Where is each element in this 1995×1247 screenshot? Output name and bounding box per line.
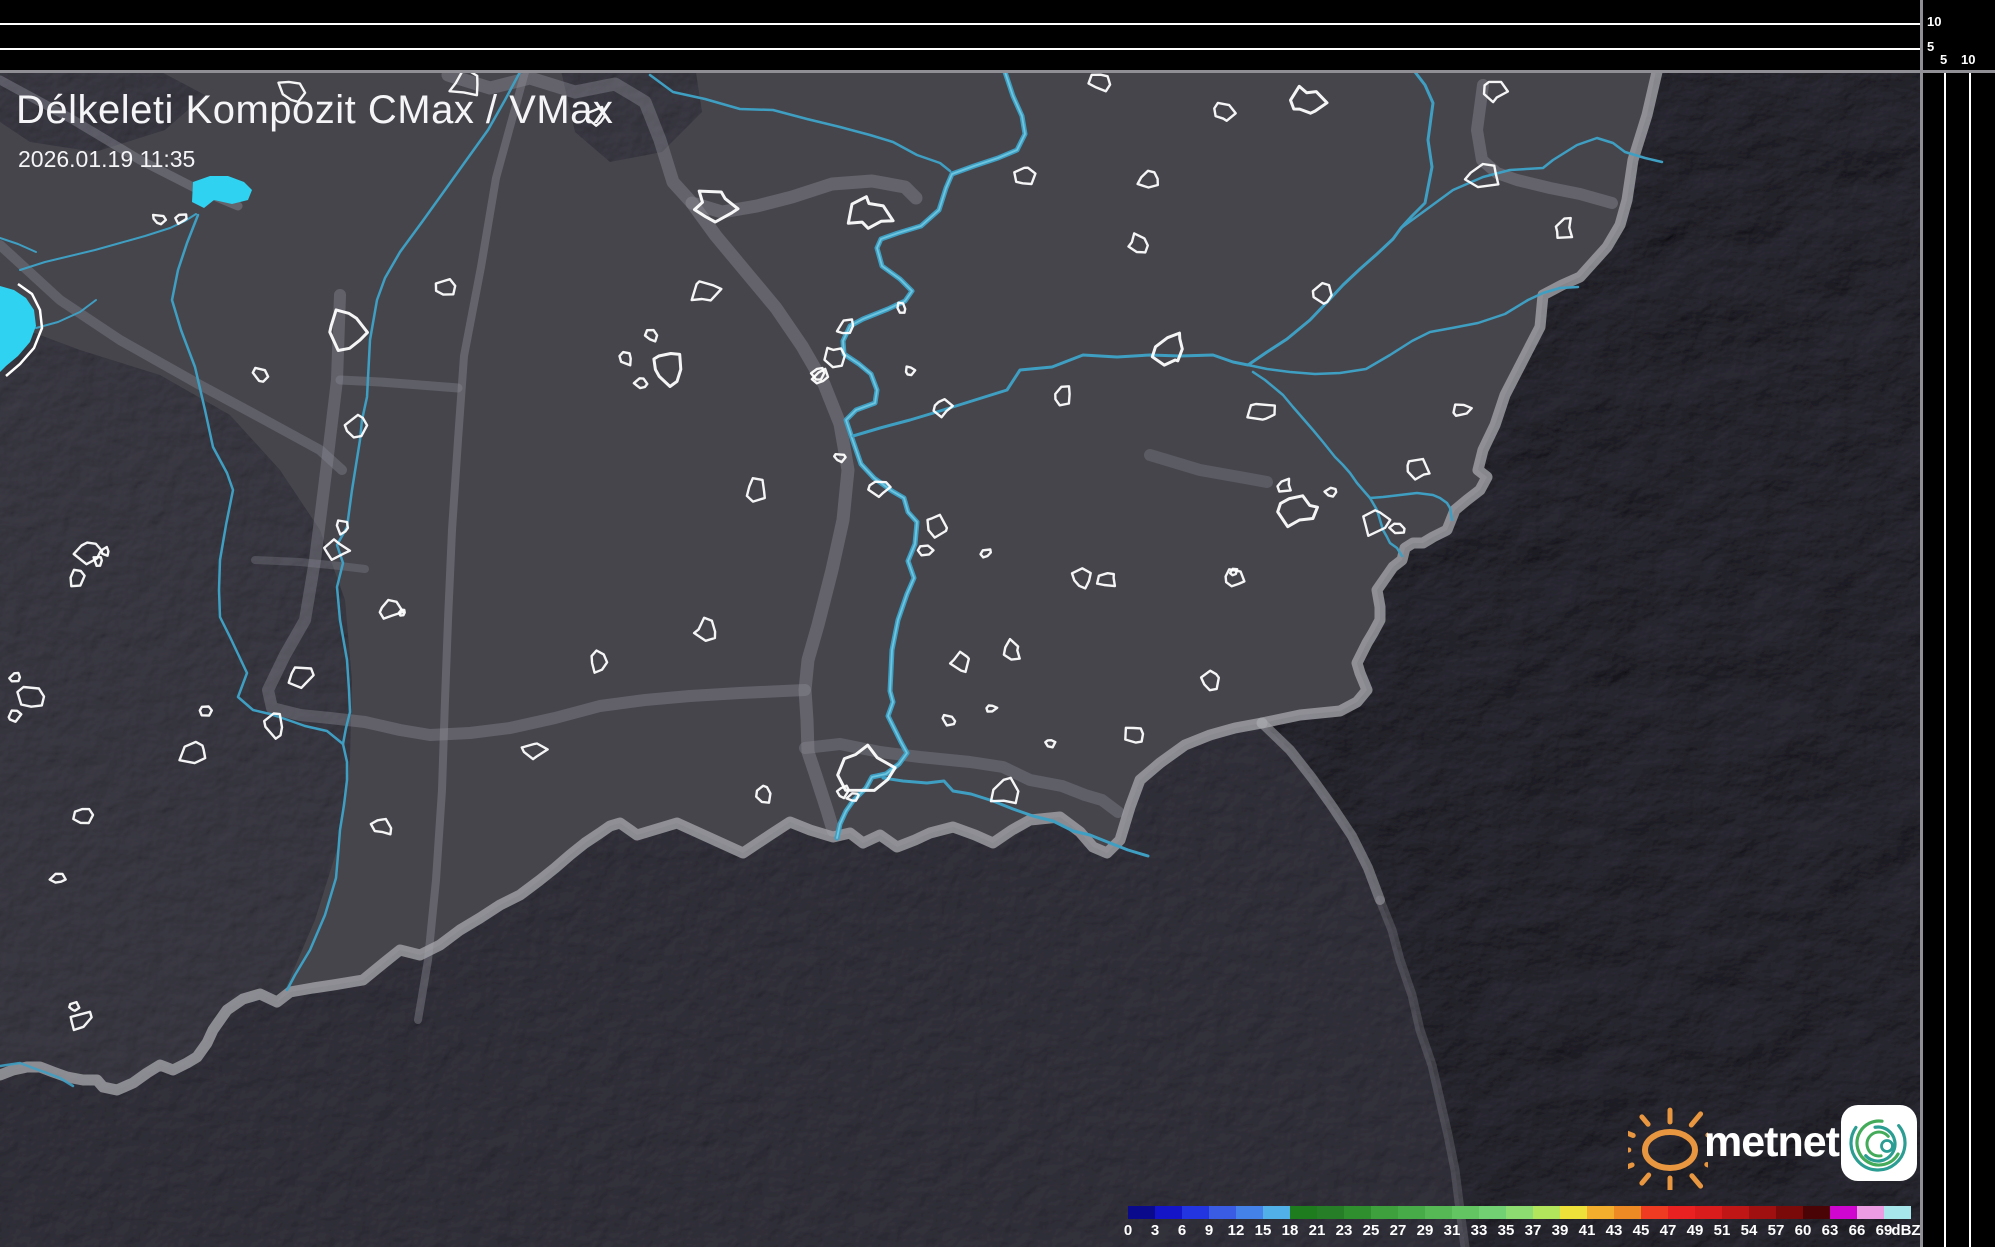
dbz-cell-2 [1182,1206,1209,1219]
dbz-cell-18 [1614,1206,1641,1219]
ruler-label-side-10: 10 [1961,53,1975,67]
dbz-cell-21 [1695,1206,1722,1219]
timestamp: 2026.01.19 11:35 [18,146,195,173]
dbz-tick-39: 39 [1552,1222,1569,1239]
dbz-tick-27: 27 [1390,1222,1407,1239]
dbz-cell-24 [1776,1206,1803,1219]
ruler-line-right-5 [1944,73,1946,1247]
dbz-cell-1 [1155,1206,1182,1219]
radar-map [0,0,1995,1247]
dbz-cell-22 [1722,1206,1749,1219]
page-title: Délkeleti Kompozit CMax / VMax [16,88,613,133]
ruler-label-side-5: 5 [1940,53,1947,67]
dbz-tick-37: 37 [1525,1222,1542,1239]
dbz-tick-33: 33 [1471,1222,1488,1239]
dbz-tick-45: 45 [1633,1222,1650,1239]
dbz-cell-9 [1371,1206,1398,1219]
dbz-cell-17 [1587,1206,1614,1219]
dbz-tick-12: 12 [1228,1222,1245,1239]
ruler-line-top-5 [0,48,1922,50]
dbz-tick-9: 9 [1205,1222,1213,1239]
dbz-tick-0: 0 [1124,1222,1132,1239]
dbz-cell-25 [1803,1206,1830,1219]
dbz-unit-label: dBZ [1891,1222,1920,1239]
spiral-app-icon [1840,1104,1920,1184]
dbz-tick-3: 3 [1151,1222,1159,1239]
terrain-layer [0,60,1995,1247]
dbz-tick-41: 41 [1579,1222,1596,1239]
dbz-cell-23 [1749,1206,1776,1219]
dbz-cell-0 [1128,1206,1155,1219]
dbz-cell-13 [1479,1206,1506,1219]
dbz-tick-57: 57 [1768,1222,1785,1239]
top-ruler-bar [0,0,1995,70]
dbz-tick-63: 63 [1822,1222,1839,1239]
dbz-tick-25: 25 [1363,1222,1380,1239]
dbz-tick-6: 6 [1178,1222,1186,1239]
dbz-cell-20 [1668,1206,1695,1219]
dbz-cell-27 [1857,1206,1884,1219]
dbz-tick-29: 29 [1417,1222,1434,1239]
dbz-cell-15 [1533,1206,1560,1219]
dbz-cell-4 [1236,1206,1263,1219]
dbz-legend-colorbar [1128,1206,1911,1219]
dbz-tick-60: 60 [1795,1222,1812,1239]
dbz-legend: 0369121518212325272931333537394143454749… [1128,1206,1911,1219]
dbz-cell-11 [1425,1206,1452,1219]
dbz-tick-43: 43 [1606,1222,1623,1239]
dbz-tick-51: 51 [1714,1222,1731,1239]
metnet-logo[interactable]: metnet [1628,1098,1928,1194]
ruler-line-right-10 [1969,73,1971,1247]
dbz-cell-7 [1317,1206,1344,1219]
dbz-tick-69: 69 [1876,1222,1893,1239]
dbz-tick-35: 35 [1498,1222,1515,1239]
ruler-label-top-10: 10 [1927,15,1941,29]
radar-viewer: 10 5 5 10 Délkeleti Kompozit CMax / VMax… [0,0,1995,1247]
dbz-tick-18: 18 [1282,1222,1299,1239]
dbz-tick-15: 15 [1255,1222,1272,1239]
dbz-cell-14 [1506,1206,1533,1219]
dbz-tick-23: 23 [1336,1222,1353,1239]
ruler-line-top-10 [0,23,1922,25]
map-frame-horizontal [0,70,1995,73]
dbz-cell-16 [1560,1206,1587,1219]
dbz-cell-12 [1452,1206,1479,1219]
dbz-cell-19 [1641,1206,1668,1219]
dbz-tick-54: 54 [1741,1222,1758,1239]
dbz-cell-28 [1884,1206,1911,1219]
dbz-cell-26 [1830,1206,1857,1219]
dbz-cell-8 [1344,1206,1371,1219]
dbz-cell-5 [1263,1206,1290,1219]
dbz-tick-47: 47 [1660,1222,1677,1239]
dbz-cell-10 [1398,1206,1425,1219]
dbz-tick-31: 31 [1444,1222,1461,1239]
dbz-tick-21: 21 [1309,1222,1326,1239]
map-frame-vertical [1920,0,1923,1247]
ruler-label-top-5: 5 [1927,40,1934,54]
dbz-cell-6 [1290,1206,1317,1219]
metnet-logo-text: metnet [1704,1118,1839,1167]
dbz-cell-3 [1209,1206,1236,1219]
right-ruler-bar [1923,0,1995,1247]
sun-icon [1628,1102,1708,1190]
dbz-tick-49: 49 [1687,1222,1704,1239]
dbz-tick-66: 66 [1849,1222,1866,1239]
